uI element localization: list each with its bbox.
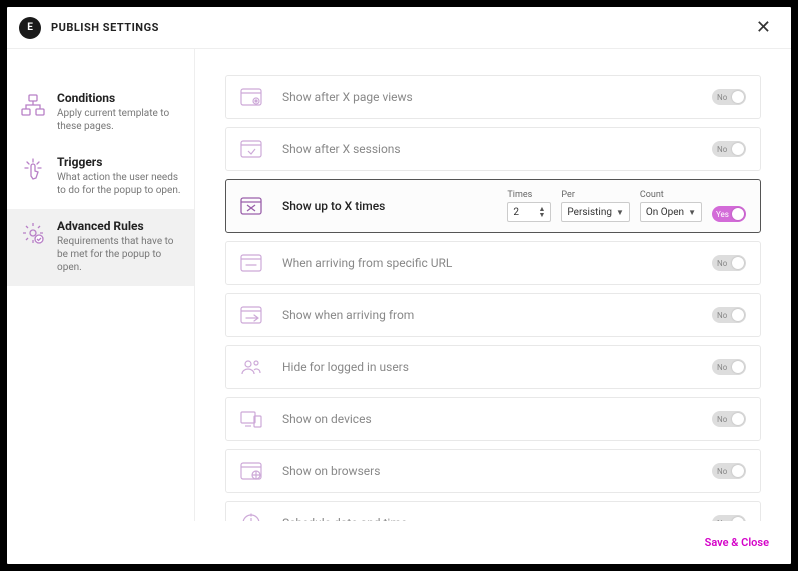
toggle-knob — [732, 413, 744, 425]
rule-specific-url[interactable]: When arriving from specific URL No — [225, 241, 761, 285]
toggle-schedule[interactable]: No — [712, 515, 746, 521]
toggle-knob — [732, 361, 744, 373]
users-icon — [240, 358, 262, 376]
elementor-logo-icon: E — [19, 17, 41, 39]
dialog: E PUBLISH SETTINGS ✕ Conditions Apply cu… — [6, 6, 792, 565]
rule-browsers[interactable]: Show on browsers No — [225, 449, 761, 493]
rule-logged-in[interactable]: Hide for logged in users No — [225, 345, 761, 389]
toggle-knob — [732, 465, 744, 477]
stepper-icon: ▲▼ — [538, 206, 545, 218]
toggle-logged-in[interactable]: No — [712, 359, 746, 375]
sidebar: Conditions Apply current template to the… — [7, 49, 195, 521]
sidebar-item-title: Conditions — [57, 91, 182, 105]
times-input[interactable]: 2 ▲▼ — [507, 202, 551, 222]
chevron-down-icon: ▼ — [688, 208, 696, 217]
rule-label: Show on devices — [282, 412, 372, 426]
toggle-knob — [732, 517, 744, 521]
toggle-sessions[interactable]: No — [712, 141, 746, 157]
sidebar-item-desc: Requirements that have to be met for the… — [57, 235, 182, 274]
toggle-devices[interactable]: No — [712, 411, 746, 427]
rule-label: Show up to X times — [282, 199, 385, 213]
per-select[interactable]: Persisting ▼ — [561, 202, 629, 222]
toggle-specific-url[interactable]: No — [712, 255, 746, 271]
rule-page-views[interactable]: Show after X page views No — [225, 75, 761, 119]
rule-label: Show after X page views — [282, 90, 413, 104]
toggle-knob — [732, 208, 744, 220]
rule-label: Show on browsers — [282, 464, 380, 478]
dialog-header: E PUBLISH SETTINGS ✕ — [7, 7, 791, 49]
sidebar-item-triggers[interactable]: Triggers What action the user needs to d… — [7, 145, 194, 209]
close-button[interactable]: ✕ — [750, 15, 777, 40]
page-views-icon — [240, 88, 262, 106]
sidebar-item-desc: Apply current template to these pages. — [57, 107, 182, 133]
sidebar-item-desc: What action the user needs to do for the… — [57, 171, 182, 197]
sidebar-item-title: Triggers — [57, 155, 182, 169]
times-field-label: Times — [507, 190, 551, 200]
toggle-knob — [732, 257, 744, 269]
rule-label: Hide for logged in users — [282, 360, 409, 374]
sidebar-item-conditions[interactable]: Conditions Apply current template to the… — [7, 81, 194, 145]
dialog-title: PUBLISH SETTINGS — [51, 21, 159, 34]
rule-devices[interactable]: Show on devices No — [225, 397, 761, 441]
toggle-arriving-from[interactable]: No — [712, 307, 746, 323]
toggle-knob — [732, 91, 744, 103]
rule-label: Show after X sessions — [282, 142, 401, 156]
advanced-rules-icon — [19, 219, 47, 247]
arriving-from-icon — [240, 306, 262, 324]
rule-arriving-from[interactable]: Show when arriving from No — [225, 293, 761, 337]
count-field-label: Count — [640, 190, 702, 200]
save-and-close-button[interactable]: Save & Close — [705, 536, 769, 549]
dialog-body: Conditions Apply current template to the… — [7, 49, 791, 521]
triggers-icon — [19, 155, 47, 183]
rule-label: Show when arriving from — [282, 308, 414, 322]
rule-up-to-x-times[interactable]: Show up to X times Times 2 ▲▼ Per Persis… — [225, 179, 761, 233]
conditions-icon — [19, 91, 47, 119]
chevron-down-icon: ▼ — [616, 208, 624, 217]
rule-label: When arriving from specific URL — [282, 256, 452, 270]
toggle-knob — [732, 143, 744, 155]
toggle-knob — [732, 309, 744, 321]
toggle-browsers[interactable]: No — [712, 463, 746, 479]
times-icon — [240, 197, 262, 215]
toggle-up-to-x-times[interactable]: Yes — [712, 206, 746, 222]
count-select[interactable]: On Open ▼ — [640, 202, 702, 222]
schedule-icon — [240, 514, 262, 521]
dialog-footer: Save & Close — [7, 521, 791, 564]
rule-sessions[interactable]: Show after X sessions No — [225, 127, 761, 171]
close-icon: ✕ — [756, 17, 771, 38]
sessions-icon — [240, 140, 262, 158]
browsers-icon — [240, 462, 262, 480]
per-field-label: Per — [561, 190, 629, 200]
devices-icon — [240, 410, 262, 428]
toggle-page-views[interactable]: No — [712, 89, 746, 105]
rules-panel: Show after X page views No Show after X … — [195, 49, 791, 521]
sidebar-item-advanced-rules[interactable]: Advanced Rules Requirements that have to… — [7, 209, 194, 286]
rule-schedule[interactable]: Schedule date and time No — [225, 501, 761, 521]
url-icon — [240, 254, 262, 272]
sidebar-item-title: Advanced Rules — [57, 219, 182, 233]
